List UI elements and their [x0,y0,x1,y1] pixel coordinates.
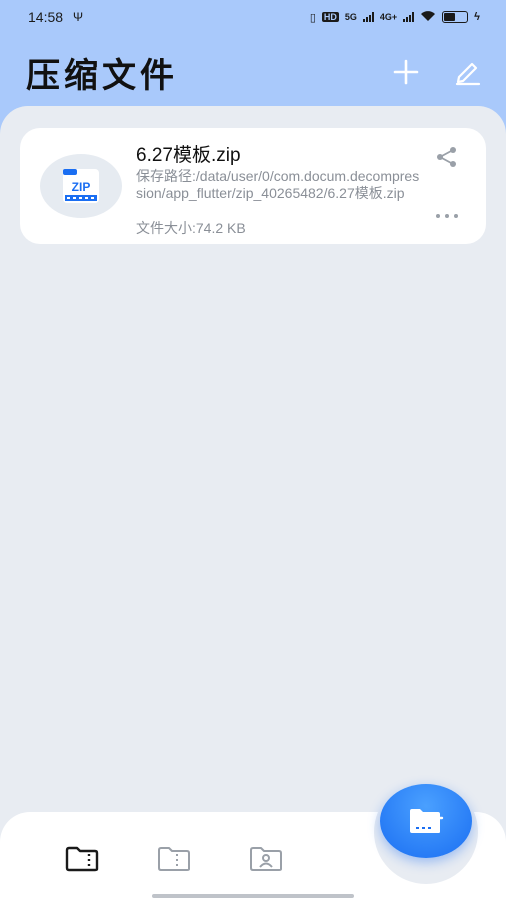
app-header: 压缩文件 [0,44,506,100]
file-card[interactable]: ZIP 6.27模板.zip 保存路径:/data/user/0/com.doc… [20,128,486,244]
zip-file-icon: ZIP [40,154,122,218]
more-button[interactable] [432,206,462,226]
sim1-network: 5G [344,12,357,22]
page-title: 压缩文件 [26,55,178,96]
sim1-signal-icon [362,12,374,22]
zip-thumb-label: ZIP [72,180,91,194]
vibrate-icon: ▯ [309,11,316,24]
edit-button[interactable] [452,56,484,88]
nav-item-my-files[interactable] [248,844,284,874]
plus-icon [393,59,419,85]
usb-icon: Ψ [73,10,84,24]
status-time: 14:58 [28,9,64,25]
add-button[interactable] [390,56,422,88]
home-indicator[interactable] [152,894,354,898]
folder-add-icon [410,809,444,833]
share-button[interactable] [434,144,460,170]
more-icon [436,214,458,218]
file-path: 保存路径:/data/user/0/com.docum.decompressio… [136,168,420,201]
new-archive-button[interactable] [380,784,472,858]
pencil-icon [455,62,481,86]
file-size: 文件大小:74.2 KB [136,220,246,236]
zip-archive-icon [158,847,190,871]
hd-badge: HD [321,12,339,22]
compressed-files-icon [65,846,99,872]
file-name: 6.27模板.zip [136,145,241,166]
sim2-network: 4G+ [379,12,398,22]
charging-icon: ϟ [474,11,480,23]
nav-item-zip-archives[interactable] [156,844,192,874]
status-bar: 14:58 Ψ ▯ HD 5G 4G+ ϟ [0,0,506,34]
sim2-signal-icon [403,12,415,22]
wifi-icon [420,10,436,24]
nav-item-compressed-files[interactable] [64,844,100,874]
battery-icon [442,11,469,23]
file-list: ZIP 6.27模板.zip 保存路径:/data/user/0/com.doc… [0,106,506,826]
share-icon [437,147,456,167]
user-folder-icon [250,847,282,871]
